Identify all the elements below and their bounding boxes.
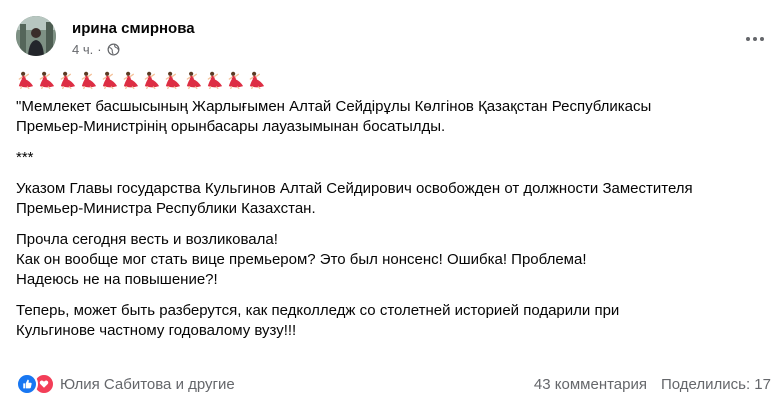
red-dress-dancer-emoji [123, 71, 139, 89]
paragraph-kazakh: "Мемлекет басшысының Жарлығымен Алтай Се… [16, 98, 652, 135]
red-dress-dancer-emoji [81, 71, 97, 89]
red-dress-dancer-emoji [165, 71, 181, 89]
red-dress-dancer-emoji [18, 71, 34, 89]
post-stats: 43 комментария Поделились: 17 [534, 376, 771, 393]
author-name[interactable]: ирина смирнова [72, 20, 195, 37]
red-dress-dancer-emoji [60, 71, 76, 89]
red-dress-dancer-emoji [249, 71, 265, 89]
reactions-summary[interactable]: Юлия Сабитова и другие [16, 373, 235, 395]
red-dress-dancer-emoji [228, 71, 244, 89]
reactors-text[interactable]: Юлия Сабитова и другие [60, 376, 235, 393]
emoji-row [16, 70, 771, 92]
like-icon [16, 373, 38, 395]
post-body: "Мемлекет басшысының Жарлығымен Алтай Се… [16, 70, 771, 352]
red-dress-dancer-emoji [102, 71, 118, 89]
paragraph-russian: Указом Главы государства Кульгинов Алтай… [16, 180, 693, 217]
facebook-post: ирина смирнова 4 ч. · "Мемлекет басшысын… [0, 0, 783, 406]
paragraph-separator: *** [16, 149, 34, 166]
paragraph-reaction: Прочла сегодня весть и возликовала! Как … [16, 231, 587, 288]
more-horizontal-icon [745, 29, 765, 47]
shares-count[interactable]: Поделились: 17 [661, 376, 771, 393]
comments-count[interactable]: 43 комментария [534, 376, 647, 393]
post-time[interactable]: 4 ч. [72, 42, 93, 57]
red-dress-dancer-emoji [207, 71, 223, 89]
more-options-button[interactable] [741, 24, 769, 52]
post-meta: 4 ч. · [72, 42, 120, 57]
paragraph-question: Теперь, может быть разберутся, как педко… [16, 302, 620, 339]
red-dress-dancer-emoji [144, 71, 160, 89]
avatar[interactable] [16, 16, 56, 56]
red-dress-dancer-emoji [39, 71, 55, 89]
post-footer: Юлия Сабитова и другие 43 комментария По… [16, 372, 771, 396]
meta-separator: · [97, 42, 102, 57]
globe-icon[interactable] [107, 43, 120, 56]
red-dress-dancer-emoji [186, 71, 202, 89]
